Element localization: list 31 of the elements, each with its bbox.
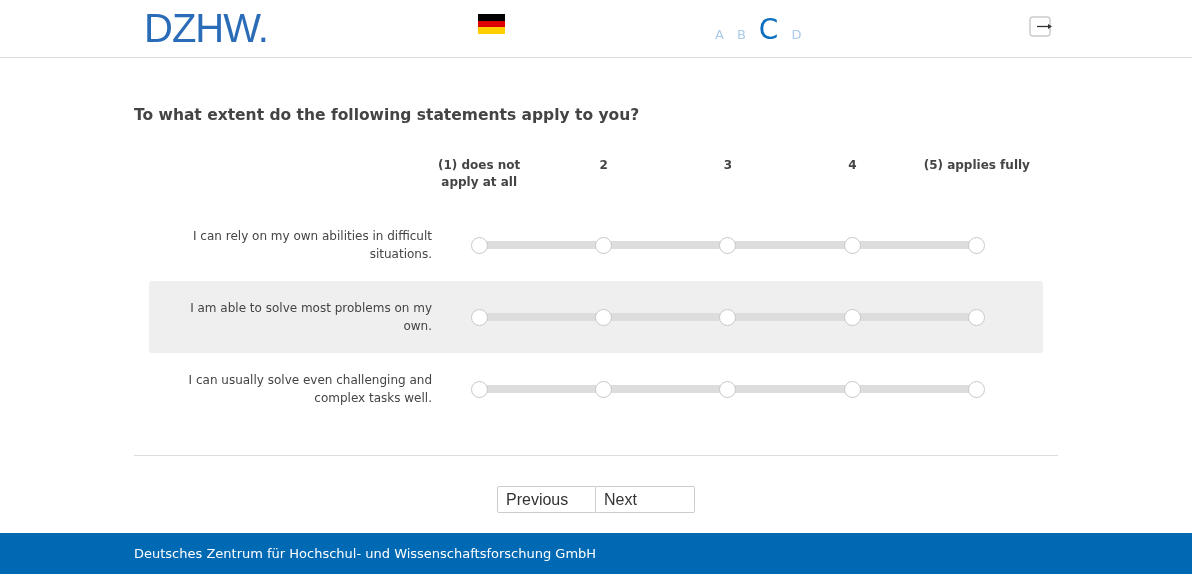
statement-text: I can rely on my own abilities in difficult situations. (192, 228, 432, 263)
radio-button[interactable] (470, 380, 488, 398)
logo: DZHW. (144, 6, 269, 51)
radio-button[interactable] (595, 380, 613, 398)
radio-button[interactable] (968, 236, 986, 254)
scale-label: 2 (599, 157, 608, 174)
nav-button[interactable]: Next (596, 486, 695, 513)
radio-button[interactable] (470, 236, 488, 254)
radio-button[interactable] (968, 308, 986, 326)
logout-icon[interactable] (1029, 15, 1054, 38)
section-link[interactable]: C (758, 13, 779, 46)
statement-text: I can usually solve even challenging and complex tasks well. (187, 372, 432, 407)
scale-label: 3 (723, 157, 733, 174)
german-flag-icon[interactable] (478, 13, 505, 34)
radio-button[interactable] (719, 236, 737, 254)
statement-text: I am able to solve most problems on my own. (189, 300, 432, 335)
radio-button[interactable] (968, 380, 986, 398)
radio-button[interactable] (595, 236, 613, 254)
radio-button[interactable] (470, 308, 488, 326)
scale-label: (5) applies fully (923, 157, 1030, 174)
radio-button[interactable] (595, 308, 613, 326)
footer-text: Deutsches Zentrum für Hochschul- und Wissenschaftsforschung GmbH (134, 546, 597, 561)
radio-button[interactable] (719, 380, 737, 398)
radio-button[interactable] (843, 236, 861, 254)
scale-label: (1) does not apply at all (437, 157, 522, 191)
radio-button[interactable] (843, 380, 861, 398)
question-title: To what extent do the following statements apply to you? (134, 106, 641, 124)
scale-label: 4 (848, 157, 857, 174)
radio-button[interactable] (843, 308, 861, 326)
nav-button[interactable]: Previous (497, 486, 596, 513)
radio-button[interactable] (719, 308, 737, 326)
